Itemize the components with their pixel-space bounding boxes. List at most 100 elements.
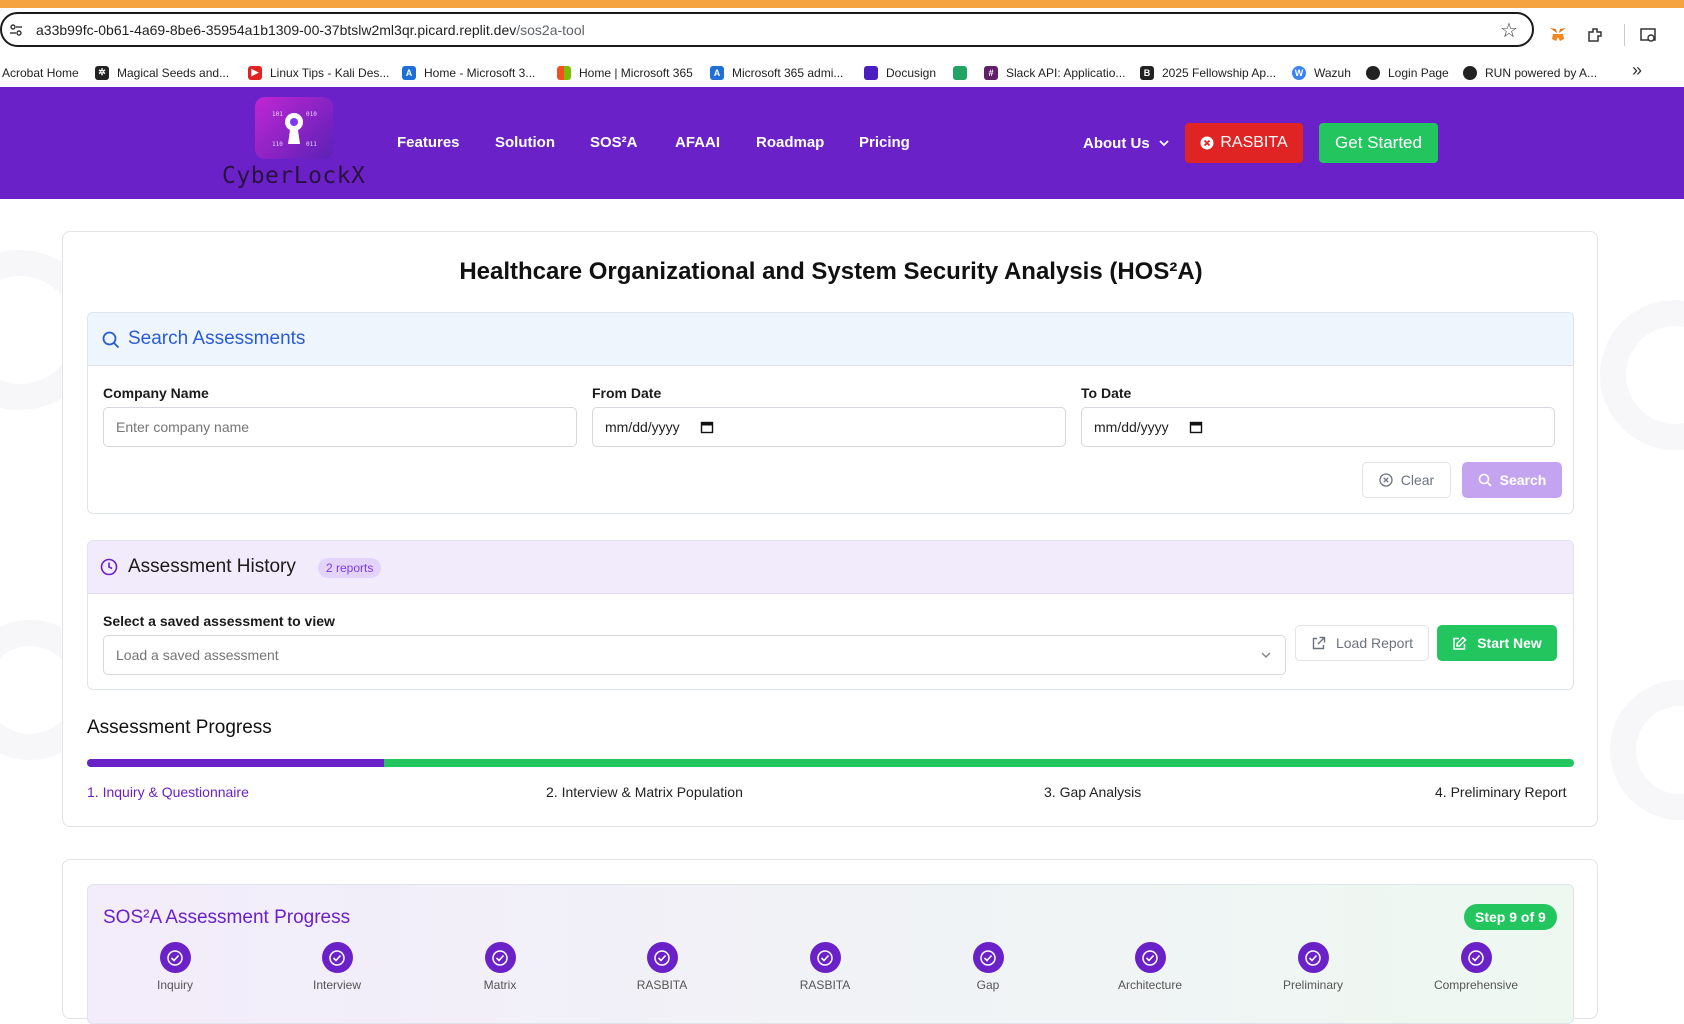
slack-icon: # <box>984 65 998 80</box>
sos2a-step-label: RASBITA <box>636 978 688 992</box>
sos2a-step[interactable]: Preliminary <box>1263 942 1363 992</box>
progress-step-interview[interactable]: 2. Interview & Matrix Population <box>546 784 743 800</box>
bookmark-item[interactable]: ✲ Magical Seeds and... <box>95 58 229 87</box>
bookmark-label: Home | Microsoft 365 <box>579 65 693 80</box>
saved-assessment-select[interactable]: Load a saved assessment <box>103 635 1286 675</box>
clear-button[interactable]: Clear <box>1362 462 1451 498</box>
bookmark-item[interactable]: RUN powered by A... <box>1463 58 1597 87</box>
bookmark-item[interactable]: Docusign <box>864 58 936 87</box>
bookmark-label: RUN powered by A... <box>1485 65 1598 80</box>
to-date-value: mm/dd/yyyy <box>1094 419 1169 435</box>
search-label: Search <box>1499 472 1547 488</box>
url-text[interactable]: a33b99fc-0b61-4a69-8be6-35954a1b1309-00-… <box>36 22 585 38</box>
bookmark-label: Slack API: Applicatio... <box>1006 65 1126 80</box>
search-panel-header: Search Assessments <box>88 313 1573 366</box>
extensions-icon[interactable] <box>1582 22 1608 48</box>
sos2a-step[interactable]: Comprehensive <box>1426 942 1526 992</box>
bookmark-label: 2025 Fellowship Ap... <box>1162 65 1277 80</box>
sos2a-step-label: Gap <box>976 978 1000 992</box>
nav-sos2a[interactable]: SOS²A <box>590 134 638 151</box>
nav-features[interactable]: Features <box>397 134 460 151</box>
bookmark-item[interactable]: # Slack API: Applicatio... <box>984 58 1125 87</box>
bookmark-item[interactable]: Login Page <box>1366 58 1449 87</box>
svg-text:011: 011 <box>306 141 317 148</box>
globe-icon <box>1463 65 1477 80</box>
search-icon <box>102 331 120 349</box>
bookmark-label: Acrobat Home <box>2 65 79 80</box>
select-placeholder: Load a saved assessment <box>116 647 279 663</box>
start-new-button[interactable]: Start New <box>1437 625 1557 661</box>
bold-b-icon: B <box>1140 65 1154 80</box>
bookmarks-overflow-icon[interactable]: » <box>1632 60 1642 81</box>
bookmark-item[interactable]: B 2025 Fellowship Ap... <box>1140 58 1276 87</box>
get-started-button[interactable]: Get Started <box>1319 123 1438 163</box>
bookmark-star-icon[interactable]: ☆ <box>1500 18 1518 43</box>
company-name-input[interactable]: Enter company name <box>103 407 577 447</box>
rasbita-label: RASBITA <box>1220 134 1288 151</box>
address-bar[interactable]: a33b99fc-0b61-4a69-8be6-35954a1b1309-00-… <box>0 12 1534 47</box>
to-date-input[interactable]: mm/dd/yyyy <box>1081 407 1555 447</box>
svg-text:110: 110 <box>272 141 283 148</box>
search-icon <box>1478 473 1492 487</box>
check-circle-icon <box>1297 942 1329 973</box>
sos2a-step-label: Preliminary <box>1282 978 1343 992</box>
meet-icon <box>953 65 967 80</box>
wazuh-icon: W <box>1292 65 1306 80</box>
bookmark-item[interactable]: ▶ Linux Tips - Kali Des... <box>248 58 389 87</box>
microsoft-icon <box>557 65 571 80</box>
url-host: a33b99fc-0b61-4a69-8be6-35954a1b1309-00-… <box>36 22 517 38</box>
load-report-button[interactable]: Load Report <box>1295 625 1429 661</box>
nav-solution[interactable]: Solution <box>495 134 555 151</box>
nav-roadmap[interactable]: Roadmap <box>756 134 824 151</box>
azure-icon: A <box>402 65 416 80</box>
about-us-dropdown[interactable]: About Us <box>1083 135 1170 152</box>
sos2a-step[interactable]: Gap <box>938 942 1038 992</box>
chevron-down-icon <box>1159 140 1169 147</box>
progress-step-gap[interactable]: 3. Gap Analysis <box>1044 784 1141 800</box>
site-settings-icon[interactable] <box>8 22 24 38</box>
sos2a-step[interactable]: Architecture <box>1100 942 1200 992</box>
seed-icon: ✲ <box>95 65 109 80</box>
nav-pricing[interactable]: Pricing <box>859 134 910 151</box>
check-circle-icon <box>321 942 353 973</box>
bookmark-item[interactable]: Acrobat Home <box>2 58 79 87</box>
metamask-icon[interactable] <box>1545 22 1571 48</box>
bookmark-label: Docusign <box>886 65 937 80</box>
sos2a-step[interactable]: RASBITA <box>775 942 875 992</box>
from-date-input[interactable]: mm/dd/yyyy <box>592 407 1066 447</box>
logo-wordmark[interactable]: CyberLockX <box>222 163 365 189</box>
assessment-progress-bar <box>87 759 1574 767</box>
edit-icon <box>1453 635 1467 650</box>
sos2a-step-label: Comprehensive <box>1433 978 1519 992</box>
progress-step-preliminary[interactable]: 4. Preliminary Report <box>1435 784 1567 800</box>
bookmark-label: Microsoft 365 admi... <box>732 65 844 80</box>
sos2a-step[interactable]: Inquiry <box>125 942 225 992</box>
search-panel-title: Search Assessments <box>128 328 306 349</box>
nav-afaai[interactable]: AFAAI <box>675 134 720 151</box>
sos2a-step[interactable]: Interview <box>287 942 387 992</box>
assessment-progress-fill <box>87 759 385 767</box>
site-header: 101 010 110 011 CyberLockX Features Solu… <box>0 87 1684 199</box>
browser-toolbar: a33b99fc-0b61-4a69-8be6-35954a1b1309-00-… <box>0 8 1684 58</box>
bookmark-item[interactable]: W Wazuh <box>1292 58 1351 87</box>
url-path: /sos2a-tool <box>516 22 585 38</box>
calendar-icon[interactable] <box>1189 420 1203 434</box>
sos2a-step[interactable]: Matrix <box>450 942 550 992</box>
progress-step-inquiry[interactable]: 1. Inquiry & Questionnaire <box>87 784 249 800</box>
bookmark-item[interactable] <box>953 58 975 87</box>
rasbita-button[interactable]: RASBITA <box>1185 123 1303 163</box>
sos2a-step-label: Interview <box>312 978 362 992</box>
svg-text:010: 010 <box>306 111 317 118</box>
to-date-label: To Date <box>1081 385 1132 401</box>
azure-icon: A <box>710 65 724 80</box>
calendar-icon[interactable] <box>700 420 714 434</box>
sos2a-step[interactable]: RASBITA <box>612 942 712 992</box>
background-decoration <box>1610 680 1684 820</box>
search-button[interactable]: Search <box>1462 462 1562 498</box>
tab-search-icon[interactable] <box>1635 22 1661 48</box>
cyberlockx-logo-icon[interactable]: 101 010 110 011 <box>255 97 333 159</box>
bookmark-item[interactable]: Home | Microsoft 365 <box>557 58 693 87</box>
bookmark-item[interactable]: A Home - Microsoft 3... <box>402 58 535 87</box>
page-title: Healthcare Organizational and System Sec… <box>459 258 1203 285</box>
bookmark-item[interactable]: A Microsoft 365 admi... <box>710 58 843 87</box>
